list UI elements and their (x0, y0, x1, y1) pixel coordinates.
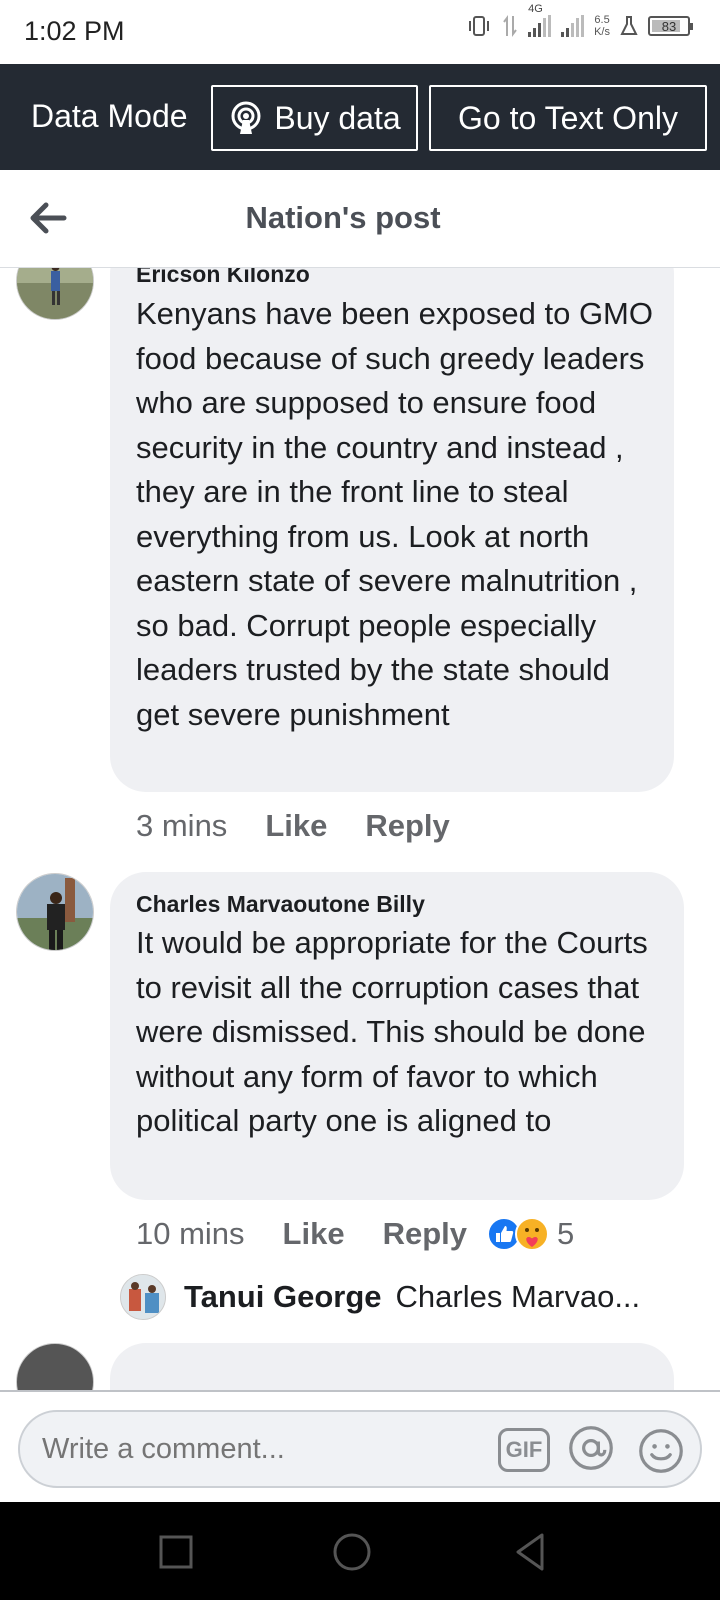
comment-time[interactable]: 3 mins (136, 808, 227, 844)
recents-square-icon[interactable] (154, 1530, 198, 1574)
battery-level: 83 (661, 18, 677, 34)
signal-bars-icon (528, 15, 552, 37)
avatar-photo (17, 874, 93, 950)
comment-composer: GIF (0, 1390, 720, 1502)
care-icon (515, 1217, 549, 1251)
speed-unit: K/s (594, 26, 610, 38)
data-mode-banner: Data Mode Buy data Go to Text Only (0, 64, 720, 170)
data-transfer-icon (503, 15, 517, 37)
data-mode-label: Data Mode (31, 98, 188, 134)
battery-icon: 83 (648, 16, 693, 36)
comment-text: Kenyans have been exposed to GMO food be… (136, 296, 653, 732)
vibrate-icon (469, 16, 490, 36)
comment-author[interactable]: Charles Marvaoutone Billy (136, 891, 425, 918)
comment-bubble[interactable] (110, 1343, 674, 1390)
system-nav-bar (0, 1502, 720, 1600)
gif-icon[interactable]: GIF (498, 1428, 550, 1472)
avatar-photo (121, 1275, 165, 1319)
reaction-count: 5 (557, 1216, 575, 1251)
comment-actions: 3 mins Like Reply (136, 808, 450, 844)
signal-bars-2-icon (561, 15, 585, 37)
mention-icon[interactable] (566, 1425, 616, 1471)
avatar[interactable] (16, 268, 94, 320)
comment-text: It would be appropriate for the Courts t… (136, 925, 648, 1138)
status-icons: 4G 6.5 K/s 83 (466, 3, 693, 38)
comment-bubble[interactable]: Charles Marvaoutone Billy It would be ap… (110, 872, 684, 1200)
text-only-label: Go to Text Only (458, 99, 678, 136)
broadcast-icon (231, 101, 261, 134)
comment-actions: 10 mins Like Reply 5 (136, 1216, 574, 1252)
signal-strength-1: 4G (528, 3, 552, 37)
reply-button[interactable]: Reply (365, 808, 449, 844)
comment-time[interactable]: 10 mins (136, 1216, 245, 1252)
comments-feed[interactable]: Ericson Kilonzo Kenyans have been expose… (0, 268, 720, 1390)
reply-button[interactable]: Reply (383, 1216, 467, 1252)
flask-icon (620, 16, 638, 35)
page-title: Nation's post (245, 200, 441, 235)
comment-bubble[interactable]: Ericson Kilonzo Kenyans have been expose… (110, 268, 674, 792)
home-circle-icon[interactable] (330, 1530, 374, 1574)
status-bar: 1:02 PM 4G 6.5 K/s 83 (0, 0, 720, 64)
reactions-summary[interactable]: 5 (487, 1216, 574, 1252)
reply-avatar[interactable] (120, 1274, 166, 1320)
reply-preview[interactable]: Tanui George Charles Marvao... (120, 1274, 640, 1320)
status-time: 1:02 PM (24, 16, 125, 46)
page-header: Nation's post (0, 170, 720, 268)
back-triangle-icon[interactable] (508, 1530, 552, 1574)
buy-data-label: Buy data (274, 99, 401, 136)
network-speed: 6.5 K/s (594, 14, 610, 38)
buy-data-button[interactable]: Buy data (211, 85, 418, 151)
avatar[interactable] (16, 873, 94, 951)
emoji-icon[interactable] (636, 1428, 686, 1474)
like-button[interactable]: Like (283, 1216, 345, 1252)
speed-value: 6.5 (594, 14, 610, 26)
avatar[interactable] (16, 1343, 94, 1390)
comment-author[interactable]: Ericson Kilonzo (136, 268, 310, 288)
text-only-button[interactable]: Go to Text Only (429, 85, 707, 151)
reply-author[interactable]: Tanui George (184, 1279, 382, 1315)
avatar-photo (17, 268, 93, 319)
like-button[interactable]: Like (265, 808, 327, 844)
reply-snippet: Charles Marvao... (395, 1279, 641, 1314)
network-type: 4G (528, 3, 543, 15)
